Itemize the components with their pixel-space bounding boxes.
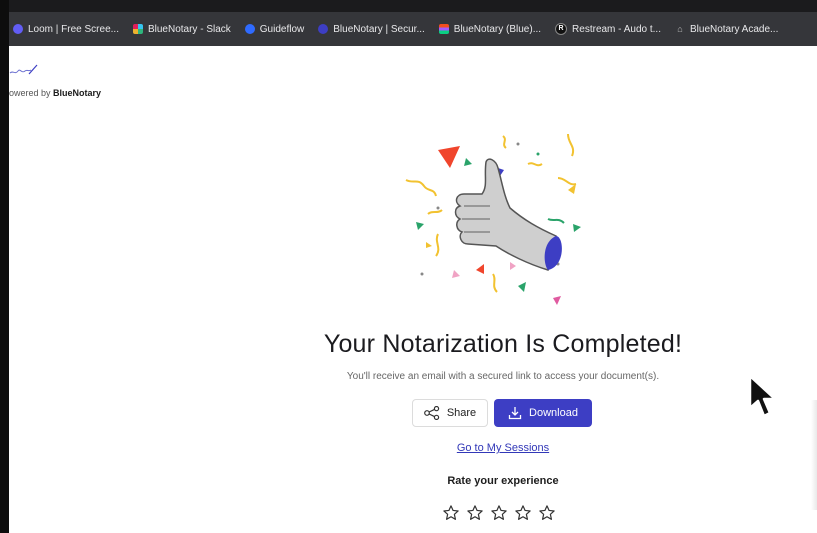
window-top-strip <box>9 0 817 12</box>
mouse-cursor-icon <box>747 374 781 425</box>
bookmark-label: BlueNotary | Secur... <box>333 23 425 35</box>
academy-icon: ⌂ <box>677 24 683 34</box>
browser-window: Loom | Free Scree... BlueNotary - Slack … <box>0 0 817 533</box>
bluenotary-logo[interactable] <box>9 62 39 83</box>
page-title: Your Notarization Is Completed! <box>323 330 683 358</box>
loom-icon <box>13 24 23 34</box>
bookmark-slack[interactable]: BlueNotary - Slack <box>132 23 231 35</box>
figma-icon <box>438 24 449 34</box>
bookmark-bluenotary-figma[interactable]: BlueNotary (Blue)... <box>438 23 542 35</box>
bookmark-label: Guideflow <box>259 23 305 35</box>
bookmark-label: Loom | Free Scree... <box>28 23 119 35</box>
star-icon[interactable] <box>466 504 484 522</box>
bluenotary-icon <box>318 24 329 34</box>
slack-icon <box>132 24 143 34</box>
bookmark-label: BlueNotary - Slack <box>147 23 231 35</box>
bookmark-guideflow[interactable]: Guideflow <box>244 23 305 35</box>
left-edge <box>0 0 9 533</box>
share-button[interactable]: Share <box>412 399 488 427</box>
action-buttons: Share Download <box>412 399 592 427</box>
star-icon[interactable] <box>538 504 556 522</box>
restream-icon: R <box>555 23 568 35</box>
powered-by-brand: BlueNotary <box>53 88 102 98</box>
bookmark-label: BlueNotary (Blue)... <box>453 23 542 35</box>
star-icon[interactable] <box>490 504 508 522</box>
bookmark-label: Restream - Audo t... <box>572 23 661 35</box>
bookmarks-bar: Loom | Free Scree... BlueNotary - Slack … <box>9 12 817 46</box>
bookmark-label: BlueNotary Acade... <box>689 23 779 35</box>
thumbs-up-illustration <box>398 124 608 314</box>
download-icon <box>508 406 522 420</box>
share-button-label: Share <box>446 407 477 419</box>
star-icon[interactable] <box>442 504 460 522</box>
bookmark-bluenotary-secure[interactable]: BlueNotary | Secur... <box>318 24 425 35</box>
share-icon <box>423 406 440 420</box>
page-subtitle: You'll receive an email with a secured l… <box>346 371 660 382</box>
download-button[interactable]: Download <box>494 399 592 427</box>
guideflow-icon <box>244 24 255 34</box>
thumbs-up-icon <box>454 158 562 271</box>
star-icon[interactable] <box>514 504 532 522</box>
powered-by: owered by BlueNotary <box>9 88 101 98</box>
bookmark-restream[interactable]: R Restream - Audo t... <box>555 23 661 35</box>
rate-experience-label: Rate your experience <box>447 475 559 487</box>
powered-by-prefix: owered by <box>9 88 51 98</box>
side-panel-edge <box>811 400 817 510</box>
download-button-label: Download <box>529 407 578 419</box>
go-to-sessions-link[interactable]: Go to My Sessions <box>403 442 603 454</box>
bookmark-bluenotary-academy[interactable]: ⌂ BlueNotary Acade... <box>675 24 778 35</box>
star-rating <box>442 504 556 522</box>
bookmark-loom[interactable]: Loom | Free Scree... <box>13 24 119 35</box>
